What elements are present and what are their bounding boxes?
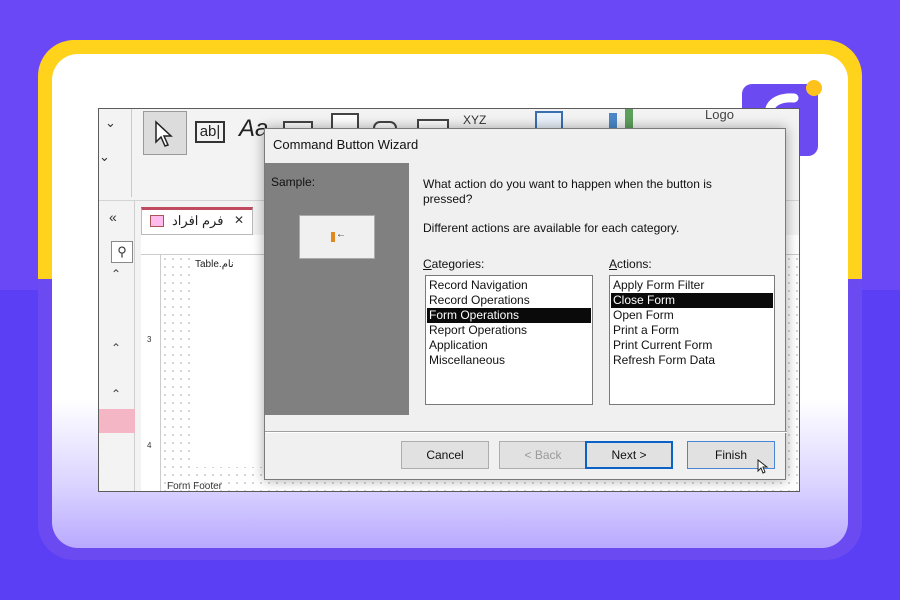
actions-listbox[interactable]: Apply Form Filter Close Form Open Form Prin… (609, 275, 775, 405)
action-list-item[interactable]: Close Form (611, 293, 773, 308)
form-footer-bar[interactable]: Form Footer (167, 481, 222, 491)
next-button[interactable]: Next > (585, 441, 673, 469)
navigation-pane: « ⚲ ⌃ ⌃ ⌃ (99, 201, 135, 491)
chevron-up-icon[interactable]: ⌃ (111, 387, 121, 401)
category-list-item[interactable]: Record Operations (427, 293, 591, 308)
tab-form-design[interactable]: فرم افراد ✕ (141, 207, 253, 235)
tab-title: فرم افراد (172, 213, 224, 228)
action-list-item[interactable]: Apply Form Filter (611, 278, 773, 293)
textbox-tool-button[interactable]: ab| (195, 121, 225, 143)
arrow-left-icon: ← (336, 229, 346, 240)
chevron-down-icon[interactable]: ⌄ (99, 149, 110, 165)
categories-listbox[interactable]: Record Navigation Record Operations Form O… (425, 275, 593, 405)
action-list-item[interactable]: Print a Form (611, 323, 773, 338)
close-icon[interactable]: ✕ (234, 213, 244, 227)
category-list-item[interactable]: Record Navigation (427, 278, 591, 293)
select-tool-button[interactable] (143, 111, 187, 155)
action-list-item[interactable]: Refresh Form Data (611, 353, 773, 368)
ribbon-divider (131, 109, 132, 197)
chevron-up-icon[interactable]: ⌃ (111, 341, 121, 355)
ruler-mark: 4 (147, 441, 152, 450)
sample-label: Sample: (271, 175, 316, 189)
next-button-label: Next > (611, 448, 647, 462)
category-list-item[interactable]: Form Operations (427, 308, 591, 323)
ruler-mark: 3 (147, 335, 152, 344)
brand-logo-dot (806, 80, 822, 96)
command-button-wizard-dialog: Command Button Wizard Sample: ← What act… (264, 128, 787, 480)
option-group-tool[interactable]: XYZ (463, 113, 486, 127)
category-list-item[interactable]: Report Operations (427, 323, 591, 338)
dialog-separator-highlight (265, 432, 787, 433)
mouse-cursor-icon (757, 459, 769, 474)
question-text: What action do you want to happen when t… (423, 177, 712, 206)
collapse-nav-button[interactable]: « (109, 209, 117, 225)
chevron-up-icon[interactable]: ⌃ (111, 267, 121, 281)
vertical-ruler: 3 4 (141, 255, 161, 491)
search-icon[interactable]: ⚲ (111, 241, 133, 263)
action-list-item[interactable]: Open Form (611, 308, 773, 323)
cursor-arrow-icon (155, 120, 173, 147)
action-list-item[interactable]: Print Current Form (611, 338, 773, 353)
back-button[interactable]: < Back (499, 441, 587, 469)
chevron-down-icon[interactable]: ⌄ (105, 115, 116, 131)
dialog-title: Command Button Wizard (273, 137, 419, 152)
sample-button-preview: ← (299, 215, 375, 259)
actions-label: Actions: (609, 257, 652, 271)
hint-text: Different actions are available for each… (423, 221, 680, 235)
category-list-item[interactable]: Miscellaneous (427, 353, 591, 368)
form-icon (150, 215, 164, 227)
categories-label: Categories: (423, 257, 485, 271)
sample-pane: Sample: ← (265, 163, 409, 415)
logo-button[interactable]: Logo (705, 109, 734, 122)
category-list-item[interactable]: Application (427, 338, 591, 353)
cancel-button[interactable]: Cancel (401, 441, 489, 469)
exit-door-icon (331, 232, 335, 242)
selected-nav-item[interactable] (99, 409, 135, 433)
dialog-body: Sample: ← What action do you want to hap… (265, 163, 787, 415)
bound-field[interactable]: Table.نام (195, 259, 265, 273)
detail-section (191, 257, 271, 467)
